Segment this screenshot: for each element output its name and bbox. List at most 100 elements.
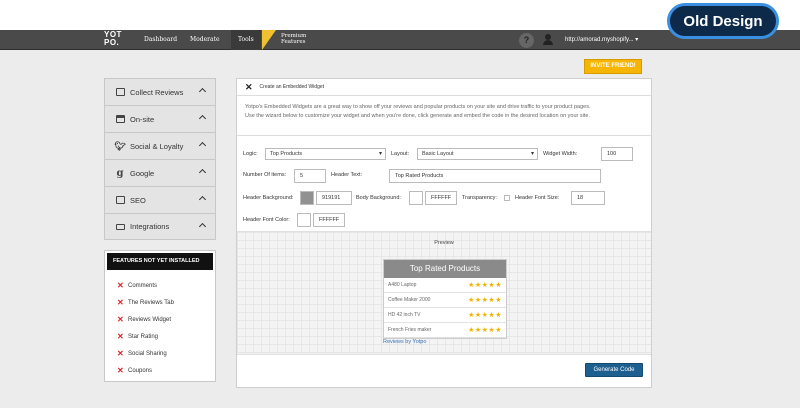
logic-label: Logic: (243, 151, 258, 157)
feature-social-sharing[interactable]: ✕ Social Sharing (105, 345, 215, 362)
star-rating-icon: ★★★★★ (468, 282, 502, 289)
preview-label: Preview (434, 240, 454, 246)
nav-dashboard[interactable]: Dashboard (144, 30, 177, 50)
feature-label: Social Sharing (128, 350, 167, 357)
chevron-up-icon (198, 87, 207, 96)
seo-icon (115, 196, 125, 205)
sidebar-item-label: On-site (130, 114, 155, 124)
chevron-up-icon (198, 114, 207, 123)
sidebar-item-integrations[interactable]: Integrations (104, 213, 216, 240)
feature-reviews-tab[interactable]: ✕ The Reviews Tab (105, 294, 215, 311)
feature-label: Coupons (128, 367, 153, 374)
feature-star-rating[interactable]: ✕ Star Rating (105, 328, 215, 345)
product-name: HD 42 inch TV (388, 312, 421, 318)
product-name: A480 Laptop (388, 282, 417, 288)
feature-reviews-widget[interactable]: ✕ Reviews Widget (105, 311, 215, 328)
generate-code-button[interactable]: Generate Code (585, 363, 643, 377)
nav-premium-features[interactable]: Premium Features (263, 30, 306, 50)
close-icon: ✕ (117, 349, 124, 358)
close-icon: ✕ (117, 366, 124, 375)
user-icon[interactable] (543, 34, 553, 46)
transparency-label: Transparency: (462, 195, 497, 201)
twitter-icon: 🐦︎ (114, 140, 126, 151)
widget-preview: Preview Top Rated Products A480 Laptop ★★… (237, 231, 651, 355)
close-icon: ✕ (117, 332, 124, 341)
logic-select[interactable]: Top Products (265, 148, 386, 160)
panel-description: Yotpo's Embedded Widgets are a great way… (237, 96, 651, 136)
panel-title: Create an Embedded Widget (259, 84, 325, 90)
header-bg-swatch[interactable] (300, 191, 314, 205)
nav-moderate[interactable]: Moderate (190, 30, 220, 50)
star-rating-icon: ★★★★★ (468, 327, 502, 334)
header-font-size-label: Header Font Size: (515, 195, 560, 201)
sidebar-item-label: Google (130, 168, 155, 178)
items-input[interactable]: 5 (294, 169, 326, 183)
reviews-icon (115, 88, 125, 97)
header-text-label: Header Text: (331, 172, 363, 178)
panel-header: ✕ Create an Embedded Widget (237, 79, 651, 96)
sidebar-item-label: Integrations (130, 222, 170, 231)
feature-coupons[interactable]: ✕ Coupons (105, 362, 215, 379)
header-font-color-input[interactable]: FFFFFF (313, 213, 345, 227)
layout-select[interactable]: Basic Layout (417, 148, 538, 160)
features-not-installed-panel: FEATURES NOT YET INSTALLED ✕ Comments ✕ Th… (104, 250, 216, 382)
chevron-up-icon (198, 222, 207, 231)
tools-icon: ✕ (245, 81, 253, 92)
list-item[interactable]: A480 Laptop ★★★★★ (384, 278, 506, 293)
feature-label: The Reviews Tab (128, 299, 174, 306)
body-bg-input[interactable]: FFFFFF (425, 191, 457, 205)
list-item[interactable]: French Fries maker ★★★★★ (384, 323, 506, 338)
feature-label: Star Rating (128, 333, 159, 340)
product-name: Coffee Maker 2000 (388, 297, 431, 303)
chevron-up-icon (198, 141, 207, 150)
list-item[interactable]: Coffee Maker 2000 ★★★★★ (384, 293, 506, 308)
yotpo-logo[interactable]: YOT PO. (104, 31, 122, 47)
close-icon: ✕ (117, 281, 124, 290)
header-text-input[interactable]: Top Rated Products (389, 169, 601, 183)
product-name: French Fries maker (388, 327, 432, 333)
shop-selector[interactable]: http://amorad.myshopify... ▾ (565, 30, 638, 50)
close-icon: ✕ (117, 315, 124, 324)
not-installed-heading: FEATURES NOT YET INSTALLED (107, 253, 213, 270)
sidebar-item-seo[interactable]: SEO (104, 186, 216, 213)
preview-widget: Top Rated Products A480 Laptop ★★★★★ Coff… (383, 259, 507, 339)
header-font-color-swatch[interactable] (297, 213, 311, 227)
onsite-icon (115, 115, 125, 124)
sidebar: Collect Reviews On-site 🐦︎ Social & Loya… (104, 78, 216, 240)
sidebar-item-label: Collect Reviews (130, 87, 184, 97)
header-bg-input[interactable]: 919191 (316, 191, 352, 205)
close-icon: ✕ (117, 298, 124, 307)
integrations-icon (115, 222, 125, 231)
header-font-size-input[interactable]: 18 (571, 191, 605, 205)
feature-comments[interactable]: ✕ Comments (105, 277, 215, 294)
widget-wizard-panel: ✕ Create an Embedded Widget Yotpo's Embe… (236, 78, 652, 388)
body-bg-swatch[interactable] (409, 191, 423, 205)
reviews-by-yotpo-link[interactable]: Reviews by Yotpo (383, 339, 426, 345)
help-icon[interactable]: ? (519, 33, 534, 48)
widget-width-label: Widget Width: (543, 151, 578, 157)
invite-friend-button[interactable]: INVITE FRIEND! (584, 59, 642, 74)
list-item[interactable]: HD 42 inch TV ★★★★★ (384, 308, 506, 323)
layout-label: Layout: (391, 151, 410, 157)
star-rating-icon: ★★★★★ (468, 312, 502, 319)
header-font-color-label: Header Font Color: (243, 217, 290, 223)
body-bg-label: Body Background: (356, 195, 401, 201)
widget-header: Top Rated Products (384, 260, 506, 278)
sidebar-item-collect-reviews[interactable]: Collect Reviews (104, 78, 216, 105)
chevron-up-icon (198, 195, 207, 204)
widget-width-input[interactable]: 100 (601, 147, 633, 161)
sidebar-item-google[interactable]: g Google (104, 159, 216, 186)
items-label: Number Of items: (243, 172, 287, 178)
star-rating-icon: ★★★★★ (468, 297, 502, 304)
header-bg-label: Header Background: (243, 195, 294, 201)
sidebar-item-social-loyalty[interactable]: 🐦︎ Social & Loyalty (104, 132, 216, 159)
old-design-badge: Old Design (667, 3, 779, 39)
sidebar-item-label: SEO (130, 195, 146, 205)
feature-label: Reviews Widget (128, 316, 172, 323)
feature-label: Comments (128, 282, 158, 289)
sidebar-item-on-site[interactable]: On-site (104, 105, 216, 132)
sidebar-item-label: Social & Loyalty (130, 141, 184, 151)
google-icon: g (116, 167, 124, 179)
nav-tools[interactable]: Tools (231, 30, 261, 50)
transparency-checkbox[interactable] (504, 195, 510, 201)
